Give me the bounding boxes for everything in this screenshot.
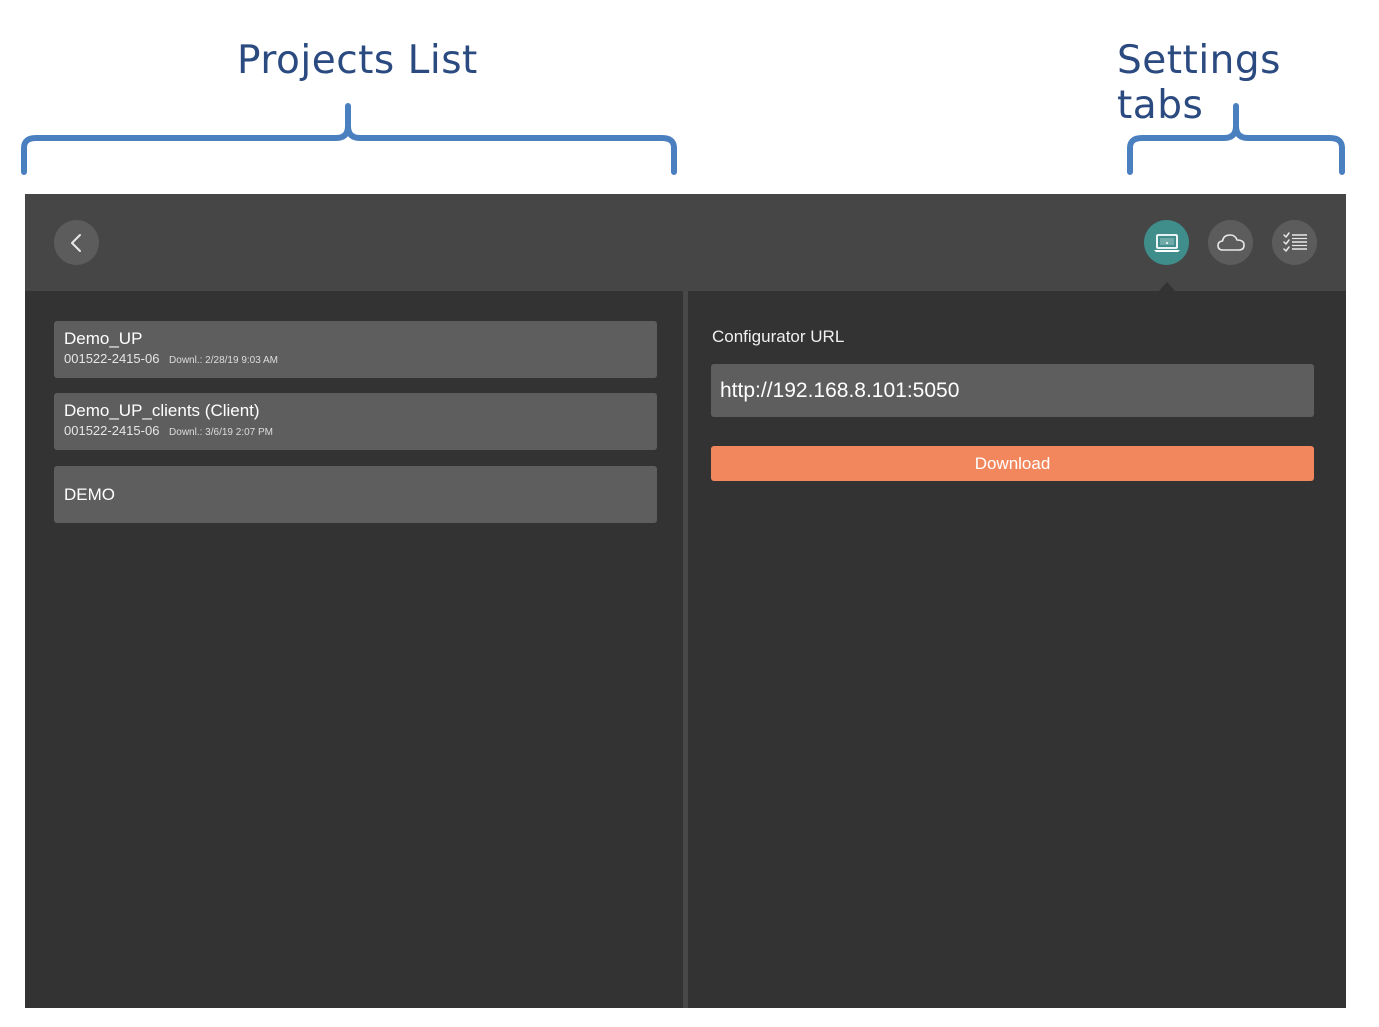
checklist-icon [1282,231,1307,252]
project-name: DEMO [64,485,115,504]
project-meta: 001522-2415-06 Downl.: 2/28/19 9:03 AM [64,351,647,369]
tab-checklist-settings[interactable] [1272,220,1317,265]
app-window: Demo_UP 001522-2415-06 Downl.: 2/28/19 9… [25,194,1346,1008]
chevron-left-icon [70,233,81,252]
project-id: 001522-2415-06 [64,351,160,366]
settings-tabs-brace [1127,103,1345,175]
tab-cloud-settings[interactable] [1208,220,1253,265]
project-item[interactable]: Demo_UP_clients (Client) 001522-2415-06 … [54,393,657,450]
project-item[interactable]: DEMO [54,466,657,523]
projects-list-annotation: Projects List [237,38,478,83]
back-button[interactable] [54,220,99,265]
laptop-icon [1153,233,1180,252]
configurator-url-input[interactable] [711,364,1314,417]
tab-local-settings[interactable] [1144,220,1189,265]
project-download-date: Downl.: 2/28/19 9:03 AM [169,355,279,366]
project-id: 001522-2415-06 [64,423,160,438]
projects-list-brace [21,103,677,175]
project-download-date: Downl.: 3/6/19 2:07 PM [169,427,273,438]
project-name: Demo_UP [64,329,143,348]
project-name: Demo_UP_clients (Client) [64,401,260,420]
configurator-url-label: Configurator URL [712,327,845,346]
project-meta: 001522-2415-06 Downl.: 3/6/19 2:07 PM [64,423,647,441]
cloud-icon [1216,233,1245,251]
download-button[interactable]: Download [711,446,1314,481]
top-toolbar [25,194,1346,292]
projects-list: Demo_UP 001522-2415-06 Downl.: 2/28/19 9… [25,291,683,1008]
settings-pane: Configurator URL Download [688,291,1346,1008]
project-item[interactable]: Demo_UP 001522-2415-06 Downl.: 2/28/19 9… [54,321,657,378]
